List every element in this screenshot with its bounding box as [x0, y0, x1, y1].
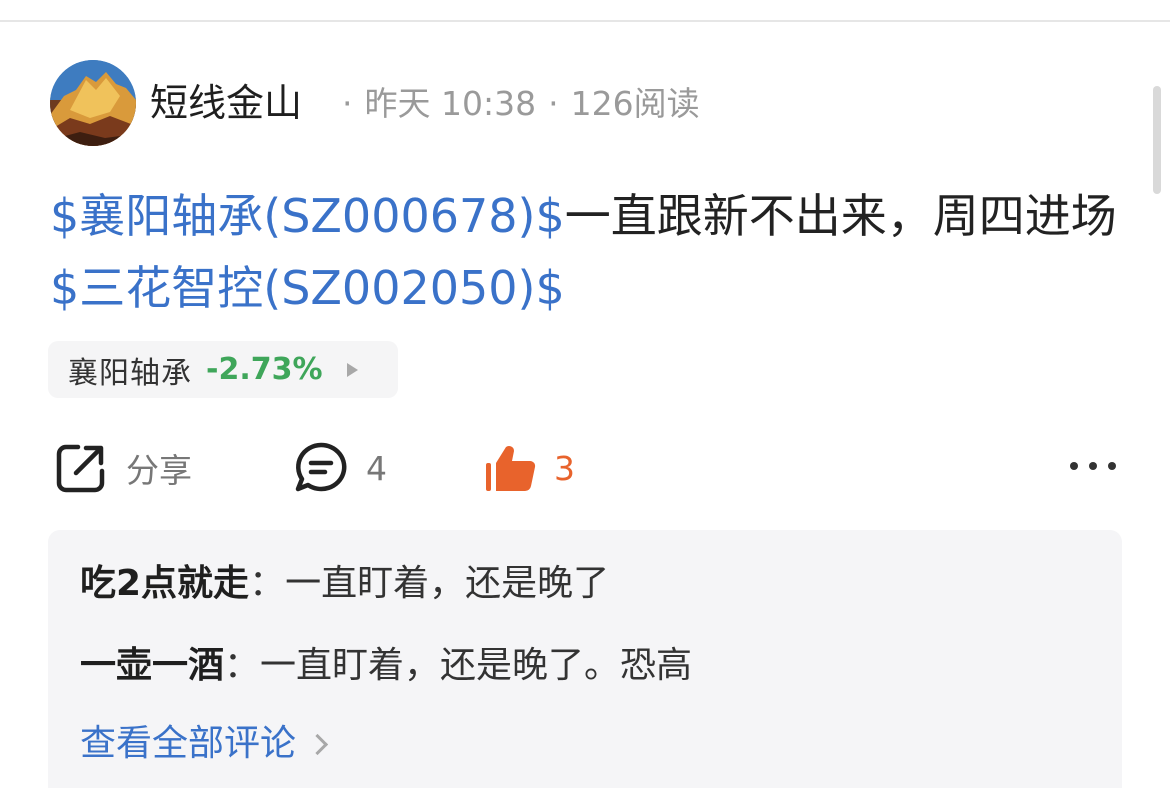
- comments-preview: 吃2点就走：一直盯着，还是晚了 一壶一酒：一直盯着，还是晚了。恐高 查看全部评论: [48, 530, 1122, 788]
- comment-icon: [295, 442, 347, 492]
- more-dot: [1070, 462, 1078, 470]
- comment-author[interactable]: 吃2点就走: [80, 563, 249, 604]
- comment-text: 一直盯着，还是晚了。恐高: [260, 645, 693, 686]
- more-dot: [1089, 462, 1097, 470]
- read-count: 126阅读: [570, 84, 700, 123]
- like-button[interactable]: 3: [484, 440, 575, 496]
- stock-chip[interactable]: 襄阳轴承 -2.73%: [48, 341, 398, 398]
- avatar[interactable]: [50, 60, 136, 146]
- comment-item[interactable]: 一壶一酒：一直盯着，还是晚了。恐高: [80, 642, 692, 690]
- comment-item[interactable]: 吃2点就走：一直盯着，还是晚了: [80, 560, 609, 608]
- share-button[interactable]: 分享: [54, 440, 192, 496]
- stock-link-sanhua[interactable]: $三花智控(SZ002050)$: [50, 261, 565, 315]
- meta-dot: ·: [548, 84, 559, 123]
- comment-author[interactable]: 一壶一酒: [80, 645, 224, 686]
- post-card: 短线金山 · 昨天 10:38 · 126阅读 $襄阳轴承(SZ000678)$一直跟…: [0, 0, 1170, 788]
- mountain-avatar-image: [50, 60, 136, 146]
- view-all-comments-label: 查看全部评论: [80, 723, 297, 764]
- post-time: 昨天 10:38: [364, 84, 537, 123]
- comment-text: 一直盯着，还是晚了: [285, 563, 610, 604]
- thumbs-up-icon: [486, 446, 536, 492]
- meta-dot: ·: [342, 84, 353, 123]
- comment-count: 4: [366, 448, 387, 488]
- share-label: 分享: [126, 451, 192, 490]
- top-divider: [0, 20, 1170, 22]
- stock-chip-change: -2.73%: [206, 352, 323, 387]
- post-content: $襄阳轴承(SZ000678)$一直跟新不出来，周四进场 $三花智控(SZ0020…: [50, 180, 1130, 324]
- post-meta: · 昨天 10:38 · 126阅读: [330, 82, 700, 126]
- more-dot: [1108, 462, 1116, 470]
- comment-button[interactable]: 4: [294, 440, 387, 496]
- comment-separator: ：: [224, 645, 261, 686]
- share-icon: [56, 444, 105, 493]
- more-options-icon[interactable]: [1070, 458, 1116, 474]
- stock-link-xiangyang[interactable]: $襄阳轴承(SZ000678)$: [50, 189, 565, 243]
- scrollbar[interactable]: [1153, 86, 1161, 194]
- like-count: 3: [554, 448, 575, 488]
- post-plain-text: 一直跟新不出来，周四进场: [564, 189, 1117, 243]
- chevron-right-icon: [306, 733, 329, 755]
- comment-separator: ：: [249, 563, 286, 604]
- author-name[interactable]: 短线金山: [150, 80, 302, 126]
- play-arrow-icon: [346, 362, 358, 377]
- view-all-comments-link[interactable]: 查看全部评论: [80, 720, 329, 768]
- stock-chip-name: 襄阳轴承: [68, 355, 192, 391]
